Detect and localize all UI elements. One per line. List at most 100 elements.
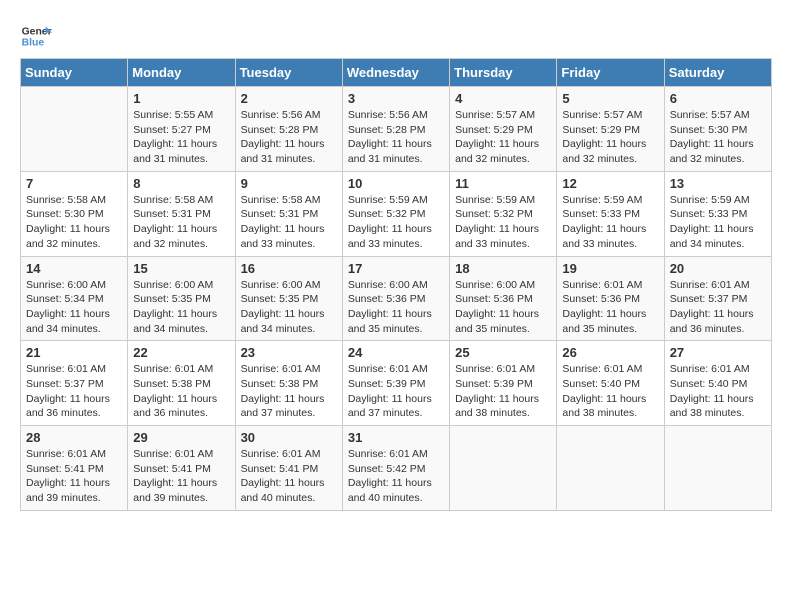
day-info: Sunrise: 6:00 AM Sunset: 5:34 PM Dayligh…	[26, 278, 122, 337]
calendar-cell: 19 Sunrise: 6:01 AM Sunset: 5:36 PM Dayli…	[557, 256, 664, 341]
calendar-cell: 20 Sunrise: 6:01 AM Sunset: 5:37 PM Dayli…	[664, 256, 771, 341]
day-number: 29	[133, 430, 229, 445]
day-info: Sunrise: 6:01 AM Sunset: 5:38 PM Dayligh…	[133, 362, 229, 421]
calendar-cell: 15 Sunrise: 6:00 AM Sunset: 5:35 PM Dayli…	[128, 256, 235, 341]
day-number: 12	[562, 176, 658, 191]
day-number: 15	[133, 261, 229, 276]
day-number: 5	[562, 91, 658, 106]
calendar-cell	[21, 87, 128, 172]
weekday-header-wednesday: Wednesday	[342, 59, 449, 87]
calendar-cell: 13 Sunrise: 5:59 AM Sunset: 5:33 PM Dayli…	[664, 171, 771, 256]
calendar-cell: 4 Sunrise: 5:57 AM Sunset: 5:29 PM Daylig…	[450, 87, 557, 172]
day-number: 24	[348, 345, 444, 360]
day-number: 19	[562, 261, 658, 276]
calendar-week-4: 21 Sunrise: 6:01 AM Sunset: 5:37 PM Dayli…	[21, 341, 772, 426]
day-number: 31	[348, 430, 444, 445]
calendar-cell: 23 Sunrise: 6:01 AM Sunset: 5:38 PM Dayli…	[235, 341, 342, 426]
day-info: Sunrise: 6:01 AM Sunset: 5:40 PM Dayligh…	[562, 362, 658, 421]
day-number: 28	[26, 430, 122, 445]
day-info: Sunrise: 5:58 AM Sunset: 5:31 PM Dayligh…	[241, 193, 337, 252]
day-info: Sunrise: 5:57 AM Sunset: 5:30 PM Dayligh…	[670, 108, 766, 167]
day-number: 27	[670, 345, 766, 360]
day-number: 7	[26, 176, 122, 191]
day-number: 9	[241, 176, 337, 191]
calendar-cell: 16 Sunrise: 6:00 AM Sunset: 5:35 PM Dayli…	[235, 256, 342, 341]
day-info: Sunrise: 5:57 AM Sunset: 5:29 PM Dayligh…	[455, 108, 551, 167]
day-number: 16	[241, 261, 337, 276]
calendar-cell: 6 Sunrise: 5:57 AM Sunset: 5:30 PM Daylig…	[664, 87, 771, 172]
day-info: Sunrise: 5:58 AM Sunset: 5:30 PM Dayligh…	[26, 193, 122, 252]
calendar-cell: 8Sunrise: 5:58 AM Sunset: 5:31 PM Daylig…	[128, 171, 235, 256]
calendar-cell: 21 Sunrise: 6:01 AM Sunset: 5:37 PM Dayli…	[21, 341, 128, 426]
day-info: Sunrise: 6:01 AM Sunset: 5:40 PM Dayligh…	[670, 362, 766, 421]
calendar-week-2: 7 Sunrise: 5:58 AM Sunset: 5:30 PM Daylig…	[21, 171, 772, 256]
day-info: Sunrise: 5:58 AM Sunset: 5:31 PM Dayligh…	[133, 193, 229, 252]
day-info: Sunrise: 5:55 AM Sunset: 5:27 PM Dayligh…	[133, 108, 229, 167]
day-info: Sunrise: 6:00 AM Sunset: 5:35 PM Dayligh…	[133, 278, 229, 337]
calendar-cell: 5 Sunrise: 5:57 AM Sunset: 5:29 PM Daylig…	[557, 87, 664, 172]
day-number: 23	[241, 345, 337, 360]
calendar-cell: 7 Sunrise: 5:58 AM Sunset: 5:30 PM Daylig…	[21, 171, 128, 256]
day-number: 18	[455, 261, 551, 276]
calendar-cell: 9 Sunrise: 5:58 AM Sunset: 5:31 PM Daylig…	[235, 171, 342, 256]
day-info: Sunrise: 5:59 AM Sunset: 5:33 PM Dayligh…	[562, 193, 658, 252]
day-info: Sunrise: 6:01 AM Sunset: 5:36 PM Dayligh…	[562, 278, 658, 337]
calendar-table: SundayMondayTuesdayWednesdayThursdayFrid…	[20, 58, 772, 511]
day-info: Sunrise: 6:01 AM Sunset: 5:37 PM Dayligh…	[26, 362, 122, 421]
day-number: 2	[241, 91, 337, 106]
calendar-cell: 29 Sunrise: 6:01 AM Sunset: 5:41 PM Dayli…	[128, 426, 235, 511]
day-info: Sunrise: 5:59 AM Sunset: 5:32 PM Dayligh…	[348, 193, 444, 252]
svg-text:Blue: Blue	[22, 38, 45, 49]
day-number: 17	[348, 261, 444, 276]
weekday-header-monday: Monday	[128, 59, 235, 87]
day-number: 21	[26, 345, 122, 360]
day-number: 13	[670, 176, 766, 191]
calendar-week-1: 1 Sunrise: 5:55 AM Sunset: 5:27 PM Daylig…	[21, 87, 772, 172]
day-number: 14	[26, 261, 122, 276]
calendar-cell	[450, 426, 557, 511]
calendar-cell: 11Sunrise: 5:59 AM Sunset: 5:32 PM Dayli…	[450, 171, 557, 256]
day-number: 3	[348, 91, 444, 106]
day-number: 4	[455, 91, 551, 106]
day-info: Sunrise: 5:56 AM Sunset: 5:28 PM Dayligh…	[348, 108, 444, 167]
weekday-header-row: SundayMondayTuesdayWednesdayThursdayFrid…	[21, 59, 772, 87]
day-info: Sunrise: 6:01 AM Sunset: 5:41 PM Dayligh…	[26, 447, 122, 506]
day-info: Sunrise: 6:01 AM Sunset: 5:38 PM Dayligh…	[241, 362, 337, 421]
weekday-header-friday: Friday	[557, 59, 664, 87]
calendar-week-5: 28 Sunrise: 6:01 AM Sunset: 5:41 PM Dayli…	[21, 426, 772, 511]
day-info: Sunrise: 5:59 AM Sunset: 5:33 PM Dayligh…	[670, 193, 766, 252]
weekday-header-thursday: Thursday	[450, 59, 557, 87]
day-info: Sunrise: 6:00 AM Sunset: 5:36 PM Dayligh…	[455, 278, 551, 337]
calendar-cell: 12 Sunrise: 5:59 AM Sunset: 5:33 PM Dayli…	[557, 171, 664, 256]
calendar-cell: 2Sunrise: 5:56 AM Sunset: 5:28 PM Daylig…	[235, 87, 342, 172]
day-number: 1	[133, 91, 229, 106]
logo: General Blue	[20, 20, 56, 52]
calendar-cell: 30Sunrise: 6:01 AM Sunset: 5:41 PM Dayli…	[235, 426, 342, 511]
day-info: Sunrise: 6:01 AM Sunset: 5:41 PM Dayligh…	[133, 447, 229, 506]
day-info: Sunrise: 6:01 AM Sunset: 5:37 PM Dayligh…	[670, 278, 766, 337]
calendar-cell: 10 Sunrise: 5:59 AM Sunset: 5:32 PM Dayli…	[342, 171, 449, 256]
day-info: Sunrise: 6:00 AM Sunset: 5:35 PM Dayligh…	[241, 278, 337, 337]
calendar-cell: 17 Sunrise: 6:00 AM Sunset: 5:36 PM Dayli…	[342, 256, 449, 341]
calendar-cell: 26 Sunrise: 6:01 AM Sunset: 5:40 PM Dayli…	[557, 341, 664, 426]
day-info: Sunrise: 6:01 AM Sunset: 5:39 PM Dayligh…	[455, 362, 551, 421]
day-number: 26	[562, 345, 658, 360]
day-info: Sunrise: 6:01 AM Sunset: 5:41 PM Dayligh…	[241, 447, 337, 506]
logo-icon: General Blue	[20, 20, 52, 52]
weekday-header-tuesday: Tuesday	[235, 59, 342, 87]
day-number: 10	[348, 176, 444, 191]
calendar-cell: 31 Sunrise: 6:01 AM Sunset: 5:42 PM Dayli…	[342, 426, 449, 511]
day-number: 20	[670, 261, 766, 276]
day-info: Sunrise: 5:59 AM Sunset: 5:32 PM Dayligh…	[455, 193, 551, 252]
weekday-header-sunday: Sunday	[21, 59, 128, 87]
day-info: Sunrise: 6:00 AM Sunset: 5:36 PM Dayligh…	[348, 278, 444, 337]
day-number: 6	[670, 91, 766, 106]
calendar-cell: 14 Sunrise: 6:00 AM Sunset: 5:34 PM Dayli…	[21, 256, 128, 341]
day-info: Sunrise: 6:01 AM Sunset: 5:39 PM Dayligh…	[348, 362, 444, 421]
day-info: Sunrise: 6:01 AM Sunset: 5:42 PM Dayligh…	[348, 447, 444, 506]
day-number: 25	[455, 345, 551, 360]
day-info: Sunrise: 5:57 AM Sunset: 5:29 PM Dayligh…	[562, 108, 658, 167]
calendar-cell: 28 Sunrise: 6:01 AM Sunset: 5:41 PM Dayli…	[21, 426, 128, 511]
calendar-cell: 3 Sunrise: 5:56 AM Sunset: 5:28 PM Daylig…	[342, 87, 449, 172]
page-header: General Blue	[20, 20, 772, 52]
